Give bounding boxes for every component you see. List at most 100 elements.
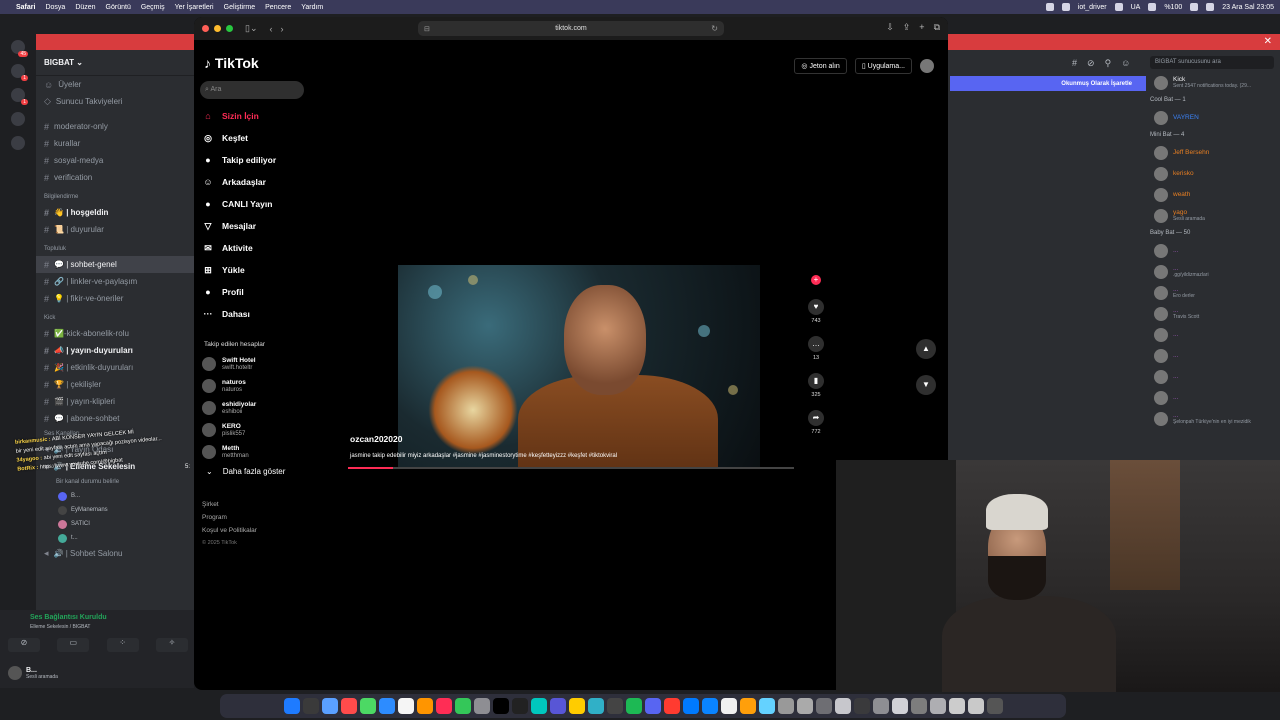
nav-item-7[interactable]: ⊞ Yükle — [202, 259, 276, 281]
nav-item-4[interactable]: ● CANLI Yayın — [202, 193, 276, 215]
member-item[interactable]: yago Sesli aramada — [1150, 205, 1280, 226]
back-icon[interactable]: ‹ — [270, 24, 273, 34]
screen-share-icon[interactable]: ▭ — [57, 638, 90, 652]
channel-item[interactable]: # 💡 | fikir-ve-öneriler — [36, 290, 194, 307]
dock-app-icon[interactable] — [302, 698, 319, 714]
threads-icon[interactable]: # — [1072, 58, 1077, 69]
channel-item[interactable]: # sosyal-medya — [36, 152, 194, 169]
menu-help[interactable]: Yardım — [301, 4, 323, 11]
nav-item-3[interactable]: ☺ Arkadaşlar — [202, 171, 276, 193]
control-center-icon[interactable] — [1206, 3, 1215, 11]
voice-status[interactable]: Bir kanal durumu belirle — [36, 475, 194, 489]
show-more-button[interactable]: ⌄ Daha fazla göster — [206, 467, 285, 476]
soundboard-icon[interactable]: ✧ — [155, 638, 188, 652]
channel-item[interactable]: # 👋 | hoşgeldin — [36, 204, 194, 221]
category-header[interactable]: Topluluk — [36, 242, 194, 256]
like-action[interactable]: ♥ 743 — [806, 299, 826, 324]
address-bar[interactable]: ⊟ tiktok.com ↻ — [418, 21, 724, 36]
voice-user[interactable]: t... — [36, 531, 194, 545]
status-icon[interactable] — [1061, 3, 1070, 11]
server-name[interactable]: BIGBAT ⌄ — [36, 50, 194, 76]
footer-link[interactable]: Şirket — [202, 501, 257, 514]
dock-app-icon[interactable] — [986, 698, 1003, 714]
dock-app-icon[interactable] — [492, 698, 509, 714]
category-header[interactable]: Kick — [36, 311, 194, 325]
dock-app-icon[interactable] — [549, 698, 566, 714]
dock-app-icon[interactable] — [359, 698, 376, 714]
dock-app-icon[interactable] — [511, 698, 528, 714]
status-icon[interactable] — [1045, 3, 1054, 11]
member-item[interactable]: ... — [1150, 345, 1280, 366]
channel-item[interactable]: # 📣 | yayın-duyuruları — [36, 342, 194, 359]
member-item[interactable]: Kick Sent 2547 notifications today. (29..… — [1150, 72, 1280, 93]
dock-app-icon[interactable] — [929, 698, 946, 714]
following-item[interactable]: eshidiyolar eshiboii — [202, 397, 256, 419]
channel-item[interactable]: # 🎉 | etkinlik-duyuruları — [36, 359, 194, 376]
menu-file[interactable]: Dosya — [45, 4, 65, 11]
nav-item-1[interactable]: ◎ Keşfet — [202, 127, 276, 149]
save-action[interactable]: ▮ 325 — [806, 373, 826, 398]
voice-channel[interactable]: ◂ 🔊 | Sohbet Salonu — [36, 545, 194, 562]
menu-develop[interactable]: Geliştirme — [224, 4, 256, 11]
dock-app-icon[interactable] — [872, 698, 889, 714]
following-item[interactable]: KERO pislik557 — [202, 419, 256, 441]
dock-app-icon[interactable] — [530, 698, 547, 714]
mute-icon[interactable]: ⊘ — [1087, 58, 1095, 69]
battery-percent[interactable]: %100 — [1164, 4, 1182, 11]
add-server-icon[interactable] — [11, 112, 25, 126]
menu-edit[interactable]: Düzen — [75, 4, 95, 11]
member-item[interactable]: kerisko — [1150, 163, 1280, 184]
profile-avatar[interactable] — [920, 59, 934, 73]
member-item[interactable]: ... — [1150, 387, 1280, 408]
menu-history[interactable]: Geçmiş — [141, 4, 165, 11]
dock-app-icon[interactable] — [853, 698, 870, 714]
server-search-input[interactable]: BIGBAT sunucusunu ara — [1150, 56, 1274, 69]
volume-icon[interactable] — [1114, 3, 1123, 11]
dock-app-icon[interactable] — [321, 698, 338, 714]
video-caption[interactable]: jasmine takip edebilir miyiz arkadaşlar … — [350, 453, 617, 459]
dock-app-icon[interactable] — [473, 698, 490, 714]
channel-item[interactable]: # 💬 | abone-sohbet — [36, 410, 194, 427]
members-link[interactable]: ☺ Üyeler — [36, 76, 194, 93]
server-icon[interactable]: 1 — [11, 64, 28, 81]
nav-item-0[interactable]: ⌂ Sizin İçin — [202, 105, 276, 127]
dock-app-icon[interactable] — [796, 698, 813, 714]
dock-app-icon[interactable] — [910, 698, 927, 714]
dock-app-icon[interactable] — [834, 698, 851, 714]
boosts-link[interactable]: ◇ Sunucu Takviyeleri — [36, 93, 194, 110]
member-item[interactable]: VAYREN — [1150, 107, 1280, 128]
close-window-button[interactable] — [202, 25, 209, 32]
channel-item[interactable]: # 🏆 | çekilişler — [36, 376, 194, 393]
category-header[interactable]: Bilgilendirme — [36, 190, 194, 204]
forward-icon[interactable]: › — [281, 24, 284, 34]
member-item[interactable]: Jeff Bersehn — [1150, 142, 1280, 163]
wifi-icon[interactable] — [1190, 3, 1199, 11]
nav-item-8[interactable]: ● Profil — [202, 281, 276, 303]
share-icon[interactable]: ⇪ — [903, 22, 911, 33]
nav-item-6[interactable]: ✉ Aktivite — [202, 237, 276, 259]
download-icon[interactable]: ⇩ — [886, 22, 894, 33]
server-icon[interactable]: 1 — [11, 88, 28, 105]
member-item[interactable]: ... Travis Scott — [1150, 303, 1280, 324]
footer-link[interactable]: Koşul ve Politikalar — [202, 527, 257, 540]
dock-app-icon[interactable] — [454, 698, 471, 714]
dock-app-icon[interactable] — [948, 698, 965, 714]
following-item[interactable]: Metth metthman — [202, 441, 256, 463]
member-item[interactable]: ... — [1150, 366, 1280, 387]
next-video-button[interactable]: ▼ — [916, 375, 936, 395]
search-input[interactable]: ⌕ Ara — [200, 81, 304, 99]
channel-item[interactable]: # kurallar — [36, 135, 194, 152]
channel-item[interactable]: # ✅-kick-abonelik-rolu — [36, 325, 194, 342]
menu-window[interactable]: Pencere — [265, 4, 291, 11]
camera-off-icon[interactable]: ⊘ — [8, 638, 40, 652]
mark-read-button[interactable]: Okunmuş Olarak İşaretle — [950, 76, 1146, 91]
channel-item[interactable]: # moderator-only — [36, 118, 194, 135]
new-tab-icon[interactable]: + — [919, 22, 924, 33]
dock-app-icon[interactable] — [720, 698, 737, 714]
dock-app-icon[interactable] — [283, 698, 300, 714]
dock-app-icon[interactable] — [777, 698, 794, 714]
page-settings-icon[interactable]: ⊟ — [424, 25, 430, 33]
member-item[interactable]: ... Şelonpah Türkiye'nin en iyi mezidik — [1150, 408, 1280, 429]
dock-app-icon[interactable] — [815, 698, 832, 714]
member-item[interactable]: ... — [1150, 240, 1280, 261]
